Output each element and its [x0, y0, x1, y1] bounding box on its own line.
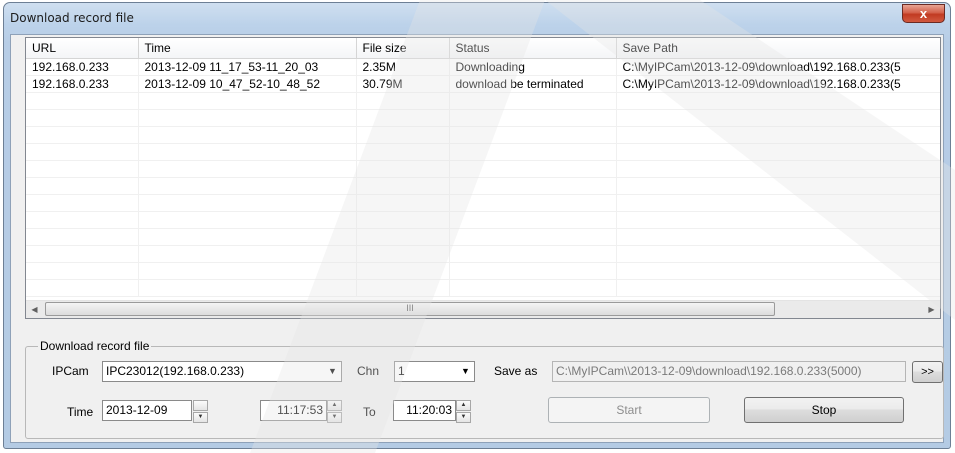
cell-status: download be terminated	[449, 75, 617, 93]
download-options-group	[25, 346, 944, 439]
ipcam-label: IPCam	[52, 364, 89, 378]
cell-file-size: 2.35M	[356, 58, 450, 76]
scroll-left-arrow-icon[interactable]: ◀	[26, 301, 43, 318]
scroll-right-arrow-icon[interactable]: ▶	[923, 301, 940, 318]
chevron-down-icon[interactable]: ▼	[456, 362, 474, 381]
empty-row	[26, 160, 940, 178]
browse-button[interactable]: >>	[912, 361, 943, 383]
table-row[interactable]: 192.168.0.233 2013-12-09 10_47_52-10_48_…	[26, 75, 940, 93]
empty-row	[26, 143, 940, 161]
window-title: Download record file	[10, 11, 134, 25]
records-list[interactable]: URL Time File size Status Save Path 192.…	[25, 37, 941, 319]
start-time-spinner[interactable]: ▲ ▼	[327, 400, 342, 423]
start-button[interactable]: Start	[548, 397, 710, 423]
col-header-file-size[interactable]: File size	[356, 38, 450, 59]
col-header-status[interactable]: Status	[449, 38, 617, 59]
empty-row	[26, 92, 940, 110]
empty-row	[26, 177, 940, 195]
spin-up-icon[interactable]: ▲	[327, 400, 342, 411]
table-row[interactable]: 192.168.0.233 2013-12-09 11_17_53-11_20_…	[26, 58, 940, 76]
spin-down-icon[interactable]: ▼	[456, 412, 471, 423]
start-time-field[interactable]: 11:17:53	[260, 400, 327, 421]
spin-down-icon[interactable]: ▼	[193, 412, 208, 423]
col-header-save-path[interactable]: Save Path	[616, 38, 940, 59]
ipcam-value: IPC23012(192.168.0.233)	[106, 364, 245, 378]
cell-save-path: C:\MyIPCam\2013-12-09\download\192.168.0…	[616, 58, 940, 76]
col-header-url[interactable]: URL	[26, 38, 139, 59]
empty-row	[26, 279, 940, 297]
stop-button[interactable]: Stop	[744, 397, 904, 423]
empty-row	[26, 126, 940, 144]
cell-time: 2013-12-09 11_17_53-11_20_03	[138, 58, 357, 76]
scroll-thumb[interactable]: III	[45, 302, 775, 316]
time-label: Time	[67, 405, 94, 419]
group-title: Download record file	[38, 339, 152, 353]
empty-row	[26, 245, 940, 263]
title-bar[interactable]: Download record file x	[4, 3, 950, 33]
cell-save-path: C:\MyIPCam\2013-12-09\download\192.168.0…	[616, 75, 940, 93]
empty-row	[26, 211, 940, 229]
empty-row	[26, 228, 940, 246]
end-time-field[interactable]: 11:20:03	[393, 400, 456, 421]
start-time-value: 11:17:53	[277, 403, 323, 417]
cell-url: 192.168.0.233	[26, 75, 139, 93]
cell-status: Downloading	[449, 58, 617, 76]
records-table: URL Time File size Status Save Path 192.…	[26, 38, 940, 297]
date-field[interactable]: 2013-12-09	[102, 400, 192, 421]
horizontal-scrollbar[interactable]: ◀ III ▶	[26, 300, 940, 318]
save-as-value: C:\MyIPCam\\2013-12-09\download\192.168.…	[556, 364, 862, 378]
date-value: 2013-12-09	[106, 403, 168, 417]
col-header-time[interactable]: Time	[138, 38, 357, 59]
end-time-value: 11:20:03	[406, 403, 452, 417]
empty-row	[26, 194, 940, 212]
save-as-field[interactable]: C:\MyIPCam\\2013-12-09\download\192.168.…	[552, 361, 906, 382]
channel-select[interactable]: 1 ▼	[394, 361, 475, 382]
chevron-down-icon[interactable]: ▼	[323, 362, 341, 381]
ipcam-select[interactable]: IPC23012(192.168.0.233) ▼	[102, 361, 342, 382]
cell-url: 192.168.0.233	[26, 58, 139, 76]
cell-time: 2013-12-09 10_47_52-10_48_52	[138, 75, 357, 93]
close-button[interactable]: x	[902, 4, 945, 23]
date-spinner[interactable]: ▼	[193, 400, 208, 423]
spin-up-icon[interactable]	[193, 400, 208, 411]
header-row: URL Time File size Status Save Path	[26, 38, 940, 59]
empty-row	[26, 109, 940, 127]
end-time-spinner[interactable]: ▲ ▼	[456, 400, 471, 423]
chn-label: Chn	[357, 364, 380, 378]
save-as-label: Save as	[494, 364, 538, 378]
empty-row	[26, 262, 940, 280]
to-label: To	[363, 405, 376, 419]
spin-up-icon[interactable]: ▲	[456, 400, 471, 411]
cell-file-size: 30.79M	[356, 75, 450, 93]
channel-value: 1	[398, 364, 405, 378]
spin-down-icon[interactable]: ▼	[327, 412, 342, 423]
